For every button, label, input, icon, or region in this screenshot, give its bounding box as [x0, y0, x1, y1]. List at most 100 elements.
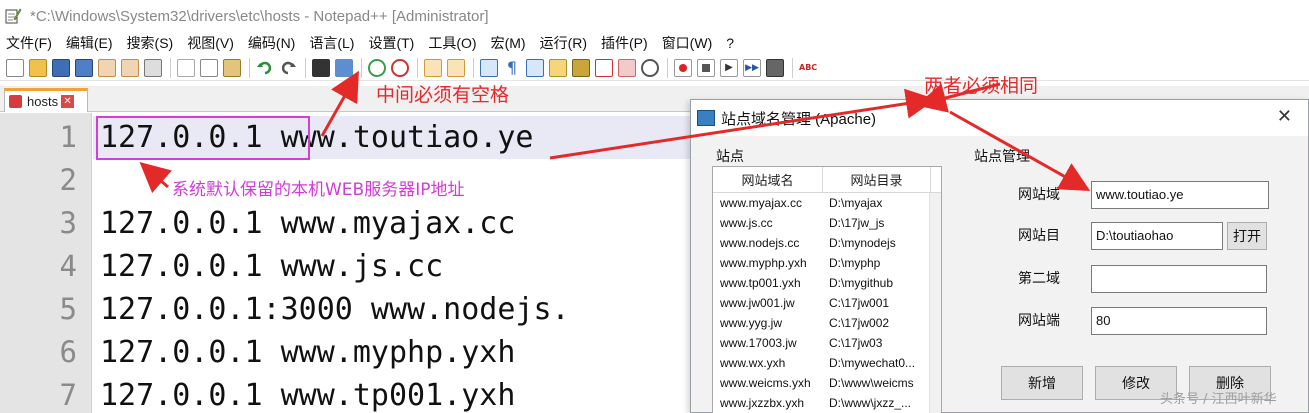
port-input[interactable]: 80 [1091, 307, 1267, 335]
dialog-close-icon[interactable]: ✕ [1277, 108, 1292, 126]
close-all-icon[interactable] [121, 58, 139, 77]
folder-workspace-icon[interactable] [618, 58, 636, 77]
watermark-text: 头条号 / 江西叶新华 [1160, 392, 1277, 407]
site-list[interactable]: 网站域名 网站目录 www.myajax.cc D:\myajax www.js.… [712, 166, 942, 413]
language-icon[interactable] [549, 58, 567, 77]
add-site-button[interactable]: 新增 [1001, 366, 1083, 400]
save-all-icon[interactable] [75, 58, 93, 77]
record-macro-icon[interactable] [674, 58, 692, 77]
same-annotation: 两者必须相同 [924, 75, 1039, 97]
toolbar-separator [792, 57, 793, 78]
sync-horizontal-icon[interactable] [447, 58, 465, 77]
list-row[interactable]: www.tp001.yxh D:\mygithub [713, 273, 941, 293]
ip-highlight-box [96, 116, 310, 160]
list-row[interactable]: www.myajax.cc D:\myajax [713, 193, 941, 213]
tab-close-icon[interactable]: ✕ [61, 95, 75, 108]
sites-group-label: 站点 [716, 148, 744, 164]
save-icon[interactable] [52, 58, 70, 77]
row-domain: www.myphp.yxh [720, 256, 807, 270]
menu-window[interactable]: 窗口(W) [662, 33, 713, 53]
list-row[interactable]: www.jxzzbx.yxh D:\www\jxzz_... [713, 393, 941, 413]
list-row[interactable]: www.myphp.yxh D:\myphp [713, 253, 941, 273]
undo-icon[interactable] [256, 58, 274, 77]
toolbar-separator [667, 57, 668, 78]
list-row[interactable]: www.js.cc D:\17jw_js [713, 213, 941, 233]
code-line[interactable]: 127.0.0.1 www.myphp.yxh [100, 331, 515, 374]
tab-hosts[interactable]: hosts ✕ [4, 88, 88, 112]
list-row[interactable]: www.17003.jw C:\17jw03 [713, 333, 941, 353]
zoom-out-icon[interactable] [391, 58, 409, 77]
cut-icon[interactable] [177, 58, 195, 77]
menu-plugins[interactable]: 插件(P) [601, 33, 648, 53]
list-row[interactable]: www.yyg.jw C:\17jw002 [713, 313, 941, 333]
function-list-icon[interactable] [595, 58, 613, 77]
sync-vertical-icon[interactable] [424, 58, 442, 77]
row-dir: D:\myphp [829, 256, 881, 270]
find-icon[interactable] [312, 58, 330, 77]
run-macro-multiple-icon[interactable]: ▶▶ [743, 58, 761, 77]
word-wrap-icon[interactable] [480, 58, 498, 77]
list-row[interactable]: www.nodejs.cc D:\mynodejs [713, 233, 941, 253]
toolbar-separator [361, 57, 362, 78]
row-dir: C:\17jw03 [829, 336, 883, 350]
show-symbols-icon[interactable]: ¶ [503, 58, 521, 77]
play-macro-icon[interactable]: ▶ [720, 58, 738, 77]
apache-app-icon [697, 110, 715, 126]
menu-settings[interactable]: 设置(T) [368, 33, 414, 53]
list-row[interactable]: www.weicms.yxh D:\www\weicms [713, 373, 941, 393]
code-line[interactable]: 127.0.0.1 www.myajax.cc [100, 202, 515, 245]
second-domain-label: 第二域 [1018, 270, 1060, 286]
code-line[interactable]: 127.0.0.1:3000 www.nodejs. [100, 288, 570, 331]
open-file-icon[interactable] [29, 58, 47, 77]
paste-icon[interactable] [223, 58, 241, 77]
copy-icon[interactable] [200, 58, 218, 77]
toolbar-separator [473, 57, 474, 78]
toolbar-separator [249, 57, 250, 78]
domain-input[interactable]: www.toutiao.ye [1091, 181, 1269, 209]
stop-macro-icon[interactable] [697, 58, 715, 77]
menu-edit[interactable]: 编辑(E) [66, 33, 113, 53]
row-dir: D:\mynodejs [829, 236, 896, 250]
spell-check-icon[interactable]: ABC [799, 58, 817, 77]
list-row[interactable]: www.jw001.jw C:\17jw001 [713, 293, 941, 313]
toolbar-separator [417, 57, 418, 78]
replace-icon[interactable] [335, 58, 353, 77]
zoom-in-icon[interactable] [368, 58, 386, 77]
menu-file[interactable]: 文件(F) [6, 33, 52, 53]
line-number: 2 [59, 163, 77, 197]
menu-bar: 文件(F) 编辑(E) 搜索(S) 视图(V) 编码(N) 语言(L) 设置(T… [0, 32, 1309, 54]
code-line[interactable]: 127.0.0.1 www.js.cc [100, 245, 443, 288]
open-directory-button[interactable]: 打开 [1227, 222, 1267, 250]
monitoring-icon[interactable] [641, 58, 659, 77]
row-dir: C:\17jw002 [829, 316, 890, 330]
line-number: 4 [59, 249, 77, 283]
menu-search[interactable]: 搜索(S) [127, 33, 174, 53]
print-icon[interactable] [144, 58, 162, 77]
list-scrollbar[interactable] [929, 193, 941, 413]
menu-help[interactable]: ? [726, 35, 734, 51]
toolbar: ¶ ▶ ▶▶ ABC [0, 55, 1309, 81]
save-macro-icon[interactable] [766, 58, 784, 77]
line-number: 3 [59, 206, 77, 240]
menu-language[interactable]: 语言(L) [309, 33, 354, 53]
list-row[interactable]: www.wx.yxh D:\mywechat0... [713, 353, 941, 373]
indent-guide-icon[interactable] [526, 58, 544, 77]
column-header-dir[interactable]: 网站目录 [823, 167, 931, 192]
redo-icon[interactable] [279, 58, 297, 77]
menu-run[interactable]: 运行(R) [540, 33, 587, 53]
row-domain: www.17003.jw [720, 336, 797, 350]
close-file-icon[interactable] [98, 58, 116, 77]
notepadpp-icon [4, 7, 22, 25]
new-file-icon[interactable] [6, 58, 24, 77]
directory-input[interactable]: D:\toutiaohao [1091, 222, 1223, 250]
menu-encoding[interactable]: 编码(N) [248, 33, 295, 53]
menu-tools[interactable]: 工具(O) [428, 33, 476, 53]
window-title: *C:\Windows\System32\drivers\etc\hosts -… [30, 7, 489, 25]
menu-macro[interactable]: 宏(M) [491, 33, 526, 53]
column-header-domain[interactable]: 网站域名 [713, 167, 823, 192]
row-dir: D:\mywechat0... [829, 356, 916, 370]
doc-map-icon[interactable] [572, 58, 590, 77]
second-domain-input[interactable] [1091, 265, 1267, 293]
code-line[interactable]: 127.0.0.1 www.tp001.yxh [100, 374, 515, 413]
menu-view[interactable]: 视图(V) [187, 33, 234, 53]
